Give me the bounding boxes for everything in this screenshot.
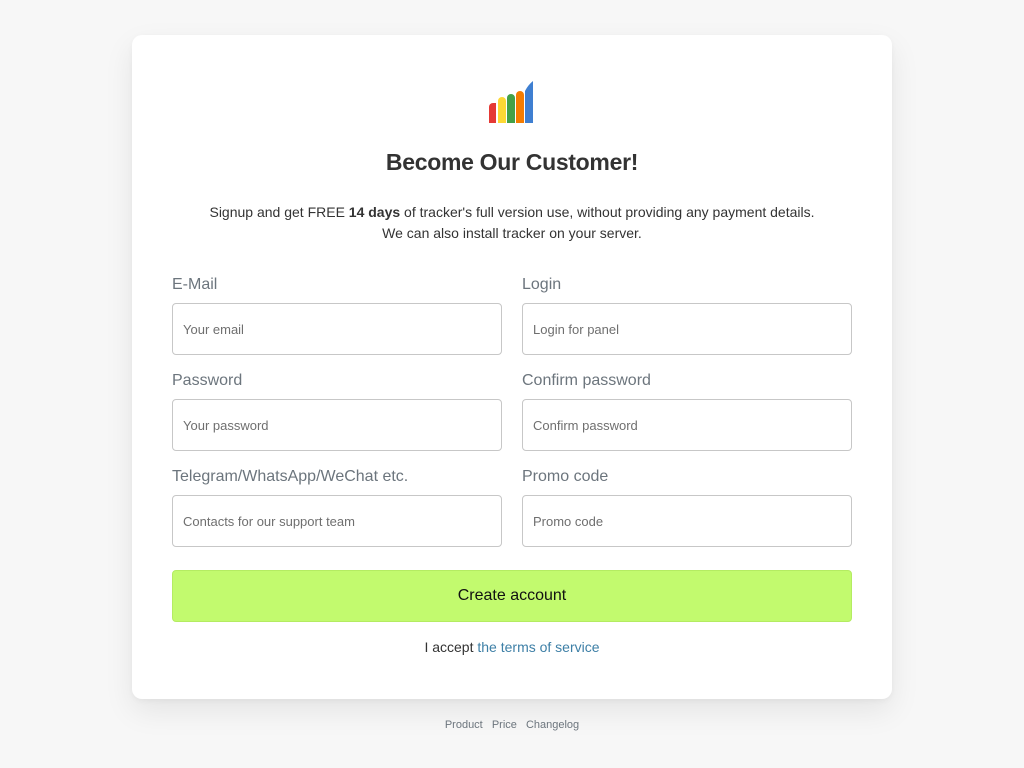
footer-link-product[interactable]: Product bbox=[445, 719, 483, 731]
description-suffix: of tracker's full version use, without p… bbox=[400, 204, 815, 220]
description-line-1: Signup and get FREE 14 days of tracker's… bbox=[132, 202, 892, 223]
description-trial-days: 14 days bbox=[348, 204, 401, 220]
bar-chart-logo-icon bbox=[489, 81, 533, 123]
login-label: Login bbox=[522, 276, 562, 293]
signup-description: Signup and get FREE 14 days of tracker's… bbox=[132, 202, 892, 244]
promo-label: Promo code bbox=[522, 468, 609, 485]
footer-link-price[interactable]: Price bbox=[492, 719, 517, 731]
login-group: Login bbox=[522, 274, 852, 355]
promo-code-field[interactable] bbox=[522, 495, 852, 547]
footer-nav: Product Price Changelog bbox=[0, 719, 1024, 731]
password-group: Password bbox=[172, 370, 502, 451]
password-field[interactable] bbox=[172, 399, 502, 451]
description-line-2: We can also install tracker on your serv… bbox=[382, 225, 642, 241]
email-group: E-Mail bbox=[172, 274, 502, 355]
password-label: Password bbox=[172, 372, 243, 389]
signup-card: Become Our Customer! Signup and get FREE… bbox=[132, 35, 892, 699]
contacts-label: Telegram/WhatsApp/WeChat etc. bbox=[172, 468, 409, 485]
description-prefix: Signup and get FREE bbox=[209, 204, 349, 220]
page-title: Become Our Customer! bbox=[385, 149, 639, 175]
promo-group: Promo code bbox=[522, 466, 852, 547]
email-field[interactable] bbox=[172, 303, 502, 355]
contacts-field[interactable] bbox=[172, 495, 502, 547]
login-field[interactable] bbox=[522, 303, 852, 355]
email-label: E-Mail bbox=[172, 276, 218, 293]
footer-link-changelog[interactable]: Changelog bbox=[526, 719, 579, 731]
contacts-group: Telegram/WhatsApp/WeChat etc. bbox=[172, 466, 502, 547]
terms-prefix: I accept bbox=[424, 639, 478, 655]
terms-of-service-link[interactable]: the terms of service bbox=[477, 639, 599, 655]
confirm-password-field[interactable] bbox=[522, 399, 852, 451]
create-account-button[interactable]: Create account bbox=[172, 570, 852, 622]
terms-notice: I accept the terms of service bbox=[132, 639, 892, 655]
confirm-password-group: Confirm password bbox=[522, 370, 852, 451]
confirm-password-label: Confirm password bbox=[522, 372, 651, 389]
